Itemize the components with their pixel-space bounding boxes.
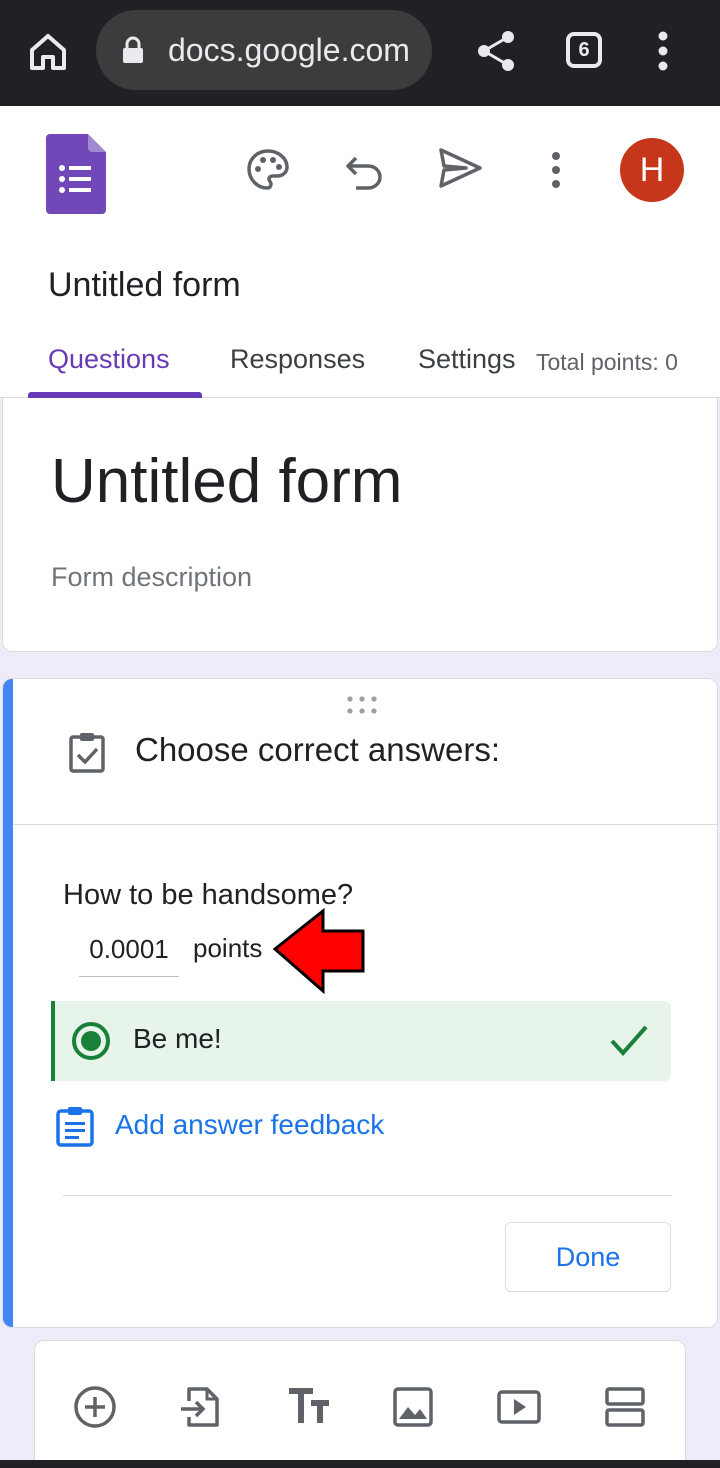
share-icon[interactable] (474, 28, 520, 74)
tab-switcher-button[interactable]: 6 (566, 32, 602, 68)
more-vert-icon[interactable] (532, 146, 580, 194)
tab-settings[interactable]: Settings (418, 344, 516, 375)
feedback-icon[interactable] (53, 1105, 97, 1149)
system-nav-bar (0, 1460, 720, 1468)
tab-responses[interactable]: Responses (230, 344, 365, 375)
url-text: docs.google.com (168, 32, 410, 68)
home-icon[interactable] (24, 28, 72, 76)
annotation-arrow-icon (272, 907, 365, 995)
add-video-icon[interactable] (495, 1383, 543, 1431)
add-section-icon[interactable] (601, 1383, 649, 1431)
add-title-icon[interactable] (285, 1383, 333, 1431)
done-button[interactable]: Done (505, 1222, 671, 1292)
answer-key-icon (69, 733, 105, 773)
undo-icon[interactable] (340, 148, 388, 196)
document-title[interactable]: Untitled form (48, 266, 241, 305)
question-card: Choose correct answers: How to be handso… (2, 678, 718, 1328)
correct-check-icon (610, 1025, 648, 1056)
google-forms-logo-icon (46, 134, 106, 214)
divider (13, 824, 717, 825)
forms-header: H Untitled form Questions Responses Sett… (0, 106, 720, 398)
form-description-field[interactable]: Form description (51, 562, 252, 593)
lock-icon (123, 36, 143, 63)
add-question-icon[interactable] (71, 1383, 119, 1431)
import-questions-icon[interactable] (177, 1383, 225, 1431)
points-label: points (193, 933, 263, 963)
add-answer-feedback-link[interactable]: Add answer feedback (115, 1109, 384, 1141)
drag-handle-icon[interactable] (345, 695, 379, 715)
send-icon[interactable] (436, 144, 484, 192)
option-label: Be me! (133, 1023, 222, 1054)
question-toolbar (34, 1340, 686, 1468)
address-bar[interactable]: docs.google.com (96, 10, 432, 90)
answer-option-correct[interactable]: Be me! (51, 1001, 671, 1081)
form-title-card: Untitled form Form description (2, 398, 718, 652)
points-input[interactable]: 0.0001 (79, 929, 179, 977)
browser-toolbar: docs.google.com 6 (0, 0, 720, 106)
divider (63, 1195, 671, 1196)
palette-icon[interactable] (244, 146, 292, 194)
radio-selected-icon[interactable] (71, 1021, 111, 1061)
add-image-icon[interactable] (389, 1383, 437, 1431)
total-points: Total points: 0 (536, 349, 678, 375)
avatar[interactable]: H (620, 138, 684, 202)
more-vert-icon[interactable] (648, 28, 678, 74)
form-title[interactable]: Untitled form (51, 446, 402, 517)
answer-key-heading: Choose correct answers: (135, 731, 500, 768)
tab-questions[interactable]: Questions (48, 344, 170, 375)
active-card-indicator (3, 679, 13, 1327)
